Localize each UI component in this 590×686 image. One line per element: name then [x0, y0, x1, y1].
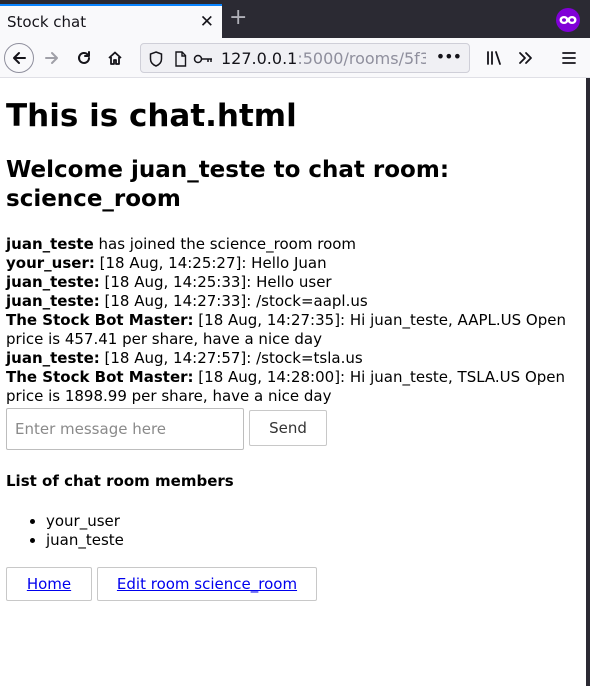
message-list: juan_teste has joined the science_room r… — [6, 235, 566, 406]
shield-icon[interactable] — [149, 51, 163, 67]
home-icon[interactable] — [101, 44, 129, 72]
menu-icon[interactable] — [555, 44, 583, 72]
page-icon[interactable] — [174, 51, 187, 67]
window-edge — [586, 78, 590, 686]
new-tab-icon[interactable]: + — [229, 7, 247, 29]
message: juan_teste: [18 Aug, 14:25:33]: Hello us… — [6, 273, 566, 292]
reload-icon[interactable] — [70, 44, 98, 72]
message-text: has joined the science_room room — [93, 235, 357, 253]
message: juan_teste: [18 Aug, 14:27:33]: /stock=a… — [6, 292, 566, 311]
navigation-toolbar: 127.0.0.1:5000/rooms/5f3c0 ••• — [0, 38, 590, 78]
message: The Stock Bot Master: [18 Aug, 14:27:35]… — [6, 311, 566, 349]
message-user: your_user: — [6, 254, 95, 272]
tab-title: Stock chat — [7, 13, 87, 31]
page-actions-icon[interactable]: ••• — [436, 47, 462, 66]
members-heading: List of chat room members — [6, 472, 234, 490]
message-user: The Stock Bot Master: — [6, 311, 194, 329]
edit-room-link[interactable]: Edit room science_room — [97, 567, 317, 601]
members-list: your_user juan_teste — [46, 512, 124, 550]
member-item: juan_teste — [46, 531, 124, 550]
message: your_user: [18 Aug, 14:25:27]: Hello Jua… — [6, 254, 566, 273]
message-text: [18 Aug, 14:27:57]: /stock=tsla.us — [99, 349, 363, 367]
message-text: [18 Aug, 14:25:33]: Hello user — [99, 273, 332, 291]
welcome-heading: Welcome juan_teste to chat room: science… — [6, 157, 450, 212]
back-icon[interactable] — [4, 43, 34, 73]
message-user: juan_teste: — [6, 292, 100, 310]
url-text[interactable]: 127.0.0.1:5000/rooms/5f3c0 — [221, 49, 426, 68]
message: juan_teste has joined the science_room r… — [6, 235, 566, 254]
message-user: The Stock Bot Master: — [6, 368, 194, 386]
forward-icon[interactable] — [38, 44, 66, 72]
message: juan_teste: [18 Aug, 14:27:57]: /stock=t… — [6, 349, 566, 368]
message-user: juan_teste — [6, 235, 94, 253]
send-button[interactable]: Send — [249, 410, 327, 446]
private-browsing-icon — [556, 8, 580, 32]
key-icon[interactable] — [193, 53, 213, 65]
message-input[interactable] — [6, 408, 244, 450]
library-icon[interactable] — [481, 44, 509, 72]
page-content: This is chat.html Welcome juan_teste to … — [0, 78, 586, 686]
address-bar[interactable]: 127.0.0.1:5000/rooms/5f3c0 ••• — [140, 43, 470, 73]
message-user: juan_teste: — [6, 273, 100, 291]
close-tab-icon[interactable]: ✕ — [200, 12, 214, 32]
tab-bar: Stock chat ✕ + — [0, 0, 590, 38]
message-text: [18 Aug, 14:25:27]: Hello Juan — [94, 254, 327, 272]
tab-stock-chat[interactable]: Stock chat ✕ — [0, 4, 222, 38]
message-user: juan_teste: — [6, 349, 100, 367]
page-title: This is chat.html — [6, 98, 297, 134]
message-text: [18 Aug, 14:27:33]: /stock=aapl.us — [99, 292, 368, 310]
member-item: your_user — [46, 512, 124, 531]
message: The Stock Bot Master: [18 Aug, 14:28:00]… — [6, 368, 566, 406]
overflow-chevron-icon[interactable] — [512, 44, 540, 72]
home-link[interactable]: Home — [6, 567, 92, 601]
